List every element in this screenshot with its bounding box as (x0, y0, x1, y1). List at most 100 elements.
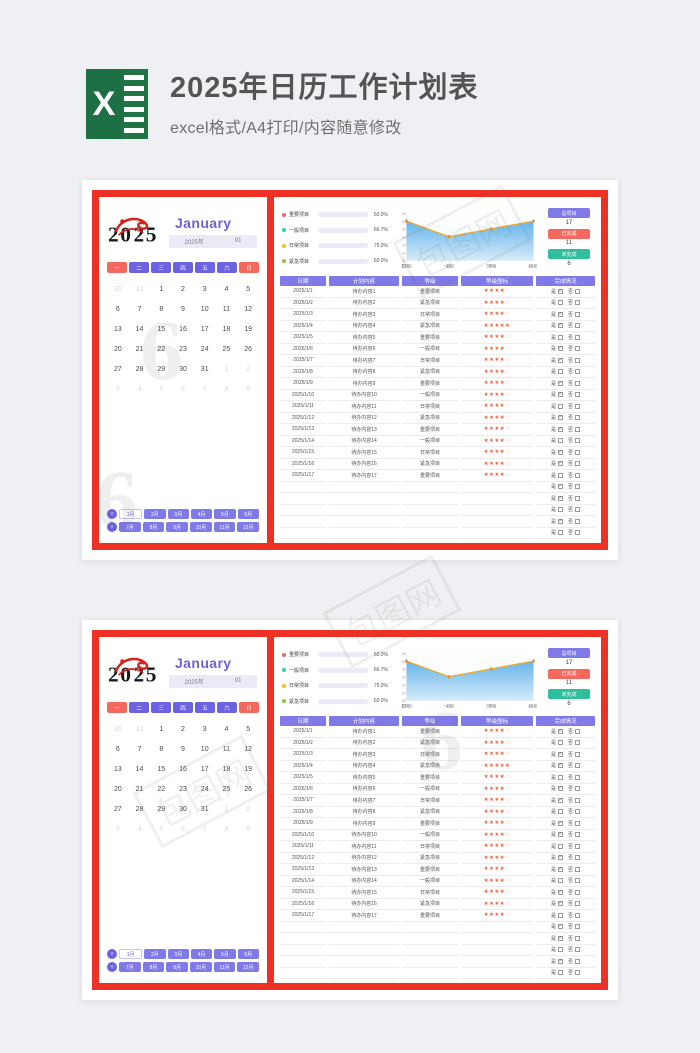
done-no-checkbox[interactable] (575, 935, 581, 941)
cell-task[interactable]: 待办内容17 (329, 470, 399, 482)
calendar-day-cell[interactable]: 8 (150, 299, 172, 319)
cell-task[interactable]: 待办内容1 (329, 726, 399, 738)
done-no-checkbox[interactable] (575, 484, 581, 490)
month-button[interactable]: 5月 (214, 509, 236, 519)
cell-level[interactable]: 日常项目 (402, 309, 458, 321)
cell-level[interactable]: 一般项目 (402, 876, 458, 887)
table-row[interactable]: 是否 (280, 528, 595, 539)
table-row[interactable]: 是 ✓ 否 (280, 493, 595, 505)
table-row[interactable]: 2025/1/6 待办内容6 一般项目 ★★★★ ☆ 是 ✓ 否 (280, 784, 595, 795)
table-row[interactable]: 是否 (280, 945, 595, 956)
calendar-day-cell[interactable]: 22 (150, 779, 172, 799)
cell-level[interactable] (402, 922, 458, 933)
done-no-checkbox[interactable] (575, 392, 581, 398)
cell-level[interactable]: 日常项目 (402, 749, 458, 761)
calendar-day-cell[interactable]: 15 (150, 759, 172, 779)
done-no-checkbox[interactable] (575, 797, 581, 803)
done-yes-checkbox[interactable] (558, 334, 563, 340)
month-button[interactable]: 10月 (190, 962, 212, 972)
table-row[interactable]: 2025/1/13 待办内容13 重要项目 ★★★★ ☆ 是 ✓ 否 (280, 424, 595, 436)
calendar-day-cell[interactable]: 5 (237, 279, 259, 299)
month-button[interactable]: 9月 (166, 522, 189, 532)
done-no-checkbox[interactable] (575, 855, 581, 861)
calendar-day-cell[interactable]: 10 (194, 299, 216, 319)
calendar-day-cell[interactable]: 2 (172, 719, 194, 739)
done-no-checkbox[interactable] (575, 924, 581, 930)
done-no-checkbox[interactable] (575, 947, 581, 953)
done-yes-checkbox[interactable]: ✓ (558, 901, 563, 907)
calendar-day-cell[interactable]: 12 (237, 299, 259, 319)
table-row[interactable]: 2025/1/11 待办内容11 日常项目 ★★★★ ☆ 是否 (280, 841, 595, 853)
calendar-day-cell[interactable]: 19 (237, 759, 259, 779)
cell-level[interactable]: 紧急项目 (402, 367, 458, 378)
table-row[interactable]: 2025/1/16 待办内容16 紧急项目 ★★★★ ☆ 是 ✓ 否 (280, 459, 595, 470)
done-yes-checkbox[interactable] (558, 403, 563, 409)
cell-task[interactable]: 待办内容7 (329, 795, 399, 807)
done-no-checkbox[interactable] (575, 786, 581, 792)
calendar-day-cell[interactable]: 2 (237, 799, 259, 819)
done-yes-checkbox[interactable] (558, 774, 563, 780)
calendar-day-cell[interactable]: 24 (194, 339, 216, 359)
done-yes-checkbox[interactable] (558, 843, 563, 849)
done-no-checkbox[interactable] (575, 403, 581, 409)
cell-task[interactable]: 待办内容8 (329, 807, 399, 818)
calendar-day-cell[interactable]: 1 (216, 799, 238, 819)
cell-task[interactable] (329, 482, 399, 493)
calendar-day-cell[interactable]: 30 (172, 799, 194, 819)
cell-level[interactable] (402, 505, 458, 516)
calendar-day-cell[interactable]: 29 (150, 359, 172, 379)
done-no-checkbox[interactable] (575, 507, 581, 513)
month-button[interactable]: 10月 (190, 522, 212, 532)
cell-task[interactable]: 待办内容16 (329, 459, 399, 470)
prev-month-arrow-icon[interactable]: « (107, 962, 117, 972)
cell-level[interactable]: 一般项目 (402, 436, 458, 447)
calendar-day-cell[interactable]: 22 (150, 339, 172, 359)
month-button[interactable]: 7月 (119, 962, 141, 972)
done-no-checkbox[interactable] (575, 763, 581, 769)
month-button[interactable]: 11月 (213, 522, 236, 532)
cell-level[interactable]: 重要项目 (402, 910, 458, 922)
calendar-day-cell[interactable]: 3 (194, 279, 216, 299)
preview-card-1[interactable]: 2 0 2 5 January 2025年 01 一二三四五六日 30 31 1 2 3 4 5 6 7 8 9 10… (82, 180, 618, 560)
cell-level[interactable]: 紧急项目 (402, 807, 458, 818)
calendar-day-cell[interactable]: 5 (237, 719, 259, 739)
calendar-day-cell[interactable]: 5 (150, 819, 172, 839)
month-button[interactable]: 12月 (237, 522, 260, 532)
cell-task[interactable]: 待办内容7 (329, 355, 399, 367)
calendar-day-cell[interactable]: 18 (216, 759, 238, 779)
done-yes-checkbox[interactable]: ✓ (558, 415, 563, 421)
calendar-day-cell[interactable]: 14 (129, 319, 151, 339)
done-yes-checkbox[interactable]: ✓ (558, 311, 563, 317)
done-yes-checkbox[interactable]: ✓ (558, 797, 563, 803)
done-no-checkbox[interactable] (575, 832, 581, 838)
next-month-arrow-icon[interactable]: » (107, 949, 117, 959)
calendar-day-cell[interactable]: 17 (194, 319, 216, 339)
table-row[interactable]: 2025/1/7 待办内容7 日常项目 ★★★★ ☆ 是 ✓ 否 (280, 795, 595, 807)
month-button[interactable]: 1月 (119, 949, 143, 959)
done-yes-checkbox[interactable]: ✓ (558, 763, 563, 769)
cell-task[interactable]: 待办内容10 (329, 830, 399, 841)
done-yes-checkbox[interactable] (558, 472, 563, 478)
table-row[interactable]: 是 ✓ 否 (280, 922, 595, 933)
month-button[interactable]: 3月 (167, 509, 189, 519)
calendar-day-cell[interactable]: 13 (107, 319, 129, 339)
cell-level[interactable]: 一般项目 (402, 830, 458, 841)
table-row[interactable]: 2025/1/3 待办内容3 日常项目 ★★★★ ☆ 是 ✓ 否 (280, 309, 595, 321)
done-yes-checkbox[interactable]: ✓ (558, 426, 563, 432)
calendar-day-cell[interactable]: 5 (150, 379, 172, 399)
calendar-day-cell[interactable]: 11 (216, 299, 238, 319)
done-yes-checkbox[interactable]: ✓ (558, 346, 563, 352)
done-yes-checkbox[interactable]: ✓ (558, 323, 563, 329)
cell-task[interactable]: 待办内容16 (329, 899, 399, 910)
cell-level[interactable] (402, 968, 458, 979)
done-no-checkbox[interactable] (575, 530, 581, 536)
table-row[interactable]: 2025/1/2 待办内容2 紧急项目 ★★★★ ☆ 是否 (280, 738, 595, 749)
cell-level[interactable]: 一般项目 (402, 344, 458, 355)
cell-level[interactable]: 重要项目 (402, 864, 458, 876)
calendar-day-cell[interactable]: 20 (107, 779, 129, 799)
table-row[interactable]: 2025/1/17 待办内容17 重要项目 ★★★★ ☆ 是否 (280, 470, 595, 482)
calendar-day-cell[interactable]: 6 (172, 379, 194, 399)
cell-task[interactable]: 待办内容5 (329, 332, 399, 344)
cell-task[interactable]: 待办内容3 (329, 309, 399, 321)
table-row[interactable]: 2025/1/12 待办内容12 紧急项目 ★★★★ ☆ 是 ✓ 否 (280, 413, 595, 424)
